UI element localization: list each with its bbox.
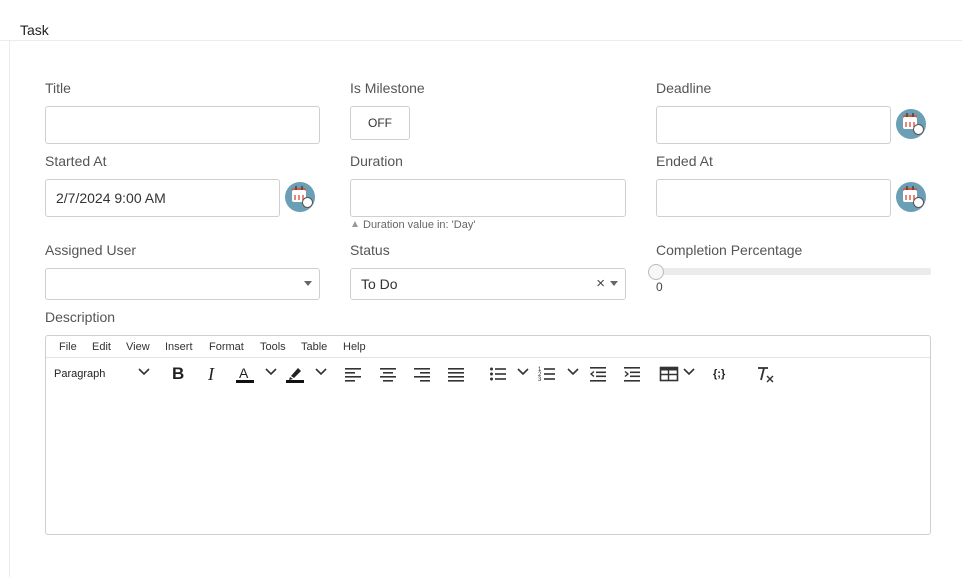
- duration-hint-text: Duration value in: 'Day': [363, 219, 476, 231]
- menu-file[interactable]: File: [59, 341, 77, 353]
- title-label: Title: [45, 80, 71, 96]
- numbered-list-icon[interactable]: 123: [538, 364, 556, 384]
- description-label: Description: [45, 309, 116, 325]
- dialog-header: Task: [0, 0, 962, 41]
- svg-text:A: A: [239, 365, 249, 381]
- assigned-user-label: Assigned User: [45, 242, 137, 258]
- highlight-icon[interactable]: [285, 364, 305, 384]
- completion-slider-thumb[interactable]: [648, 264, 664, 280]
- chevron-down-icon[interactable]: [315, 368, 327, 376]
- bullet-list-icon[interactable]: [489, 364, 507, 384]
- code-sample-icon[interactable]: {;}: [713, 364, 725, 384]
- deadline-label: Deadline: [656, 80, 712, 96]
- align-justify-icon[interactable]: [447, 364, 465, 384]
- text-color-icon[interactable]: A: [235, 364, 255, 384]
- align-center-icon[interactable]: [379, 364, 397, 384]
- chevron-down-icon[interactable]: [265, 368, 277, 376]
- duration-input[interactable]: [350, 179, 626, 217]
- clear-format-icon[interactable]: [755, 364, 775, 384]
- hint-triangle-icon: [352, 221, 358, 227]
- ended-at-input[interactable]: [656, 179, 891, 217]
- duration-label: Duration: [350, 153, 403, 169]
- bold-icon[interactable]: B: [172, 364, 184, 384]
- editor-menubar: File Edit View Insert Format Tools Table…: [46, 336, 930, 358]
- completion-value: 0: [656, 280, 663, 294]
- status-label: Status: [350, 242, 390, 258]
- menu-table[interactable]: Table: [301, 341, 327, 353]
- rich-text-editor[interactable]: File Edit View Insert Format Tools Table…: [45, 335, 931, 535]
- block-format-dropdown[interactable]: Paragraph: [54, 364, 105, 384]
- deadline-input[interactable]: [656, 106, 891, 144]
- block-format-value: Paragraph: [54, 368, 106, 380]
- status-value: To Do: [361, 276, 398, 292]
- menu-format[interactable]: Format: [209, 341, 244, 353]
- align-left-icon[interactable]: [344, 364, 362, 384]
- editor-content-area[interactable]: [46, 392, 930, 534]
- table-icon[interactable]: [659, 364, 679, 384]
- completion-slider-track[interactable]: [656, 268, 931, 275]
- italic-icon[interactable]: I: [208, 364, 214, 384]
- clear-icon[interactable]: ×: [596, 269, 605, 299]
- milestone-toggle[interactable]: OFF: [350, 106, 410, 140]
- menu-view[interactable]: View: [126, 341, 150, 353]
- deadline-calendar-icon[interactable]: [896, 109, 926, 139]
- started-at-calendar-icon[interactable]: [285, 182, 315, 212]
- status-select[interactable]: To Do ×: [350, 268, 626, 300]
- started-at-label: Started At: [45, 153, 107, 169]
- outdent-icon[interactable]: [589, 364, 607, 384]
- menu-edit[interactable]: Edit: [92, 341, 111, 353]
- title-input[interactable]: [45, 106, 320, 144]
- menu-insert[interactable]: Insert: [165, 341, 193, 353]
- completion-label: Completion Percentage: [656, 242, 803, 258]
- duration-hint: Duration value in: 'Day': [352, 219, 475, 231]
- dialog-title: Task: [20, 22, 49, 38]
- ended-at-label: Ended At: [656, 153, 713, 169]
- indent-icon[interactable]: [623, 364, 641, 384]
- menu-help[interactable]: Help: [343, 341, 366, 353]
- chevron-down-icon[interactable]: [517, 368, 529, 376]
- align-right-icon[interactable]: [413, 364, 431, 384]
- milestone-label: Is Milestone: [350, 80, 425, 96]
- svg-text:3: 3: [538, 377, 542, 383]
- ended-at-calendar-icon[interactable]: [896, 182, 926, 212]
- started-at-input[interactable]: 2/7/2024 9:00 AM: [45, 179, 280, 217]
- menu-tools[interactable]: Tools: [260, 341, 286, 353]
- chevron-down-icon: [304, 281, 312, 286]
- chevron-down-icon[interactable]: [567, 368, 579, 376]
- chevron-down-icon: [610, 281, 618, 286]
- chevron-down-icon[interactable]: [138, 368, 150, 376]
- assigned-user-select[interactable]: [45, 268, 320, 300]
- chevron-down-icon[interactable]: [683, 368, 695, 376]
